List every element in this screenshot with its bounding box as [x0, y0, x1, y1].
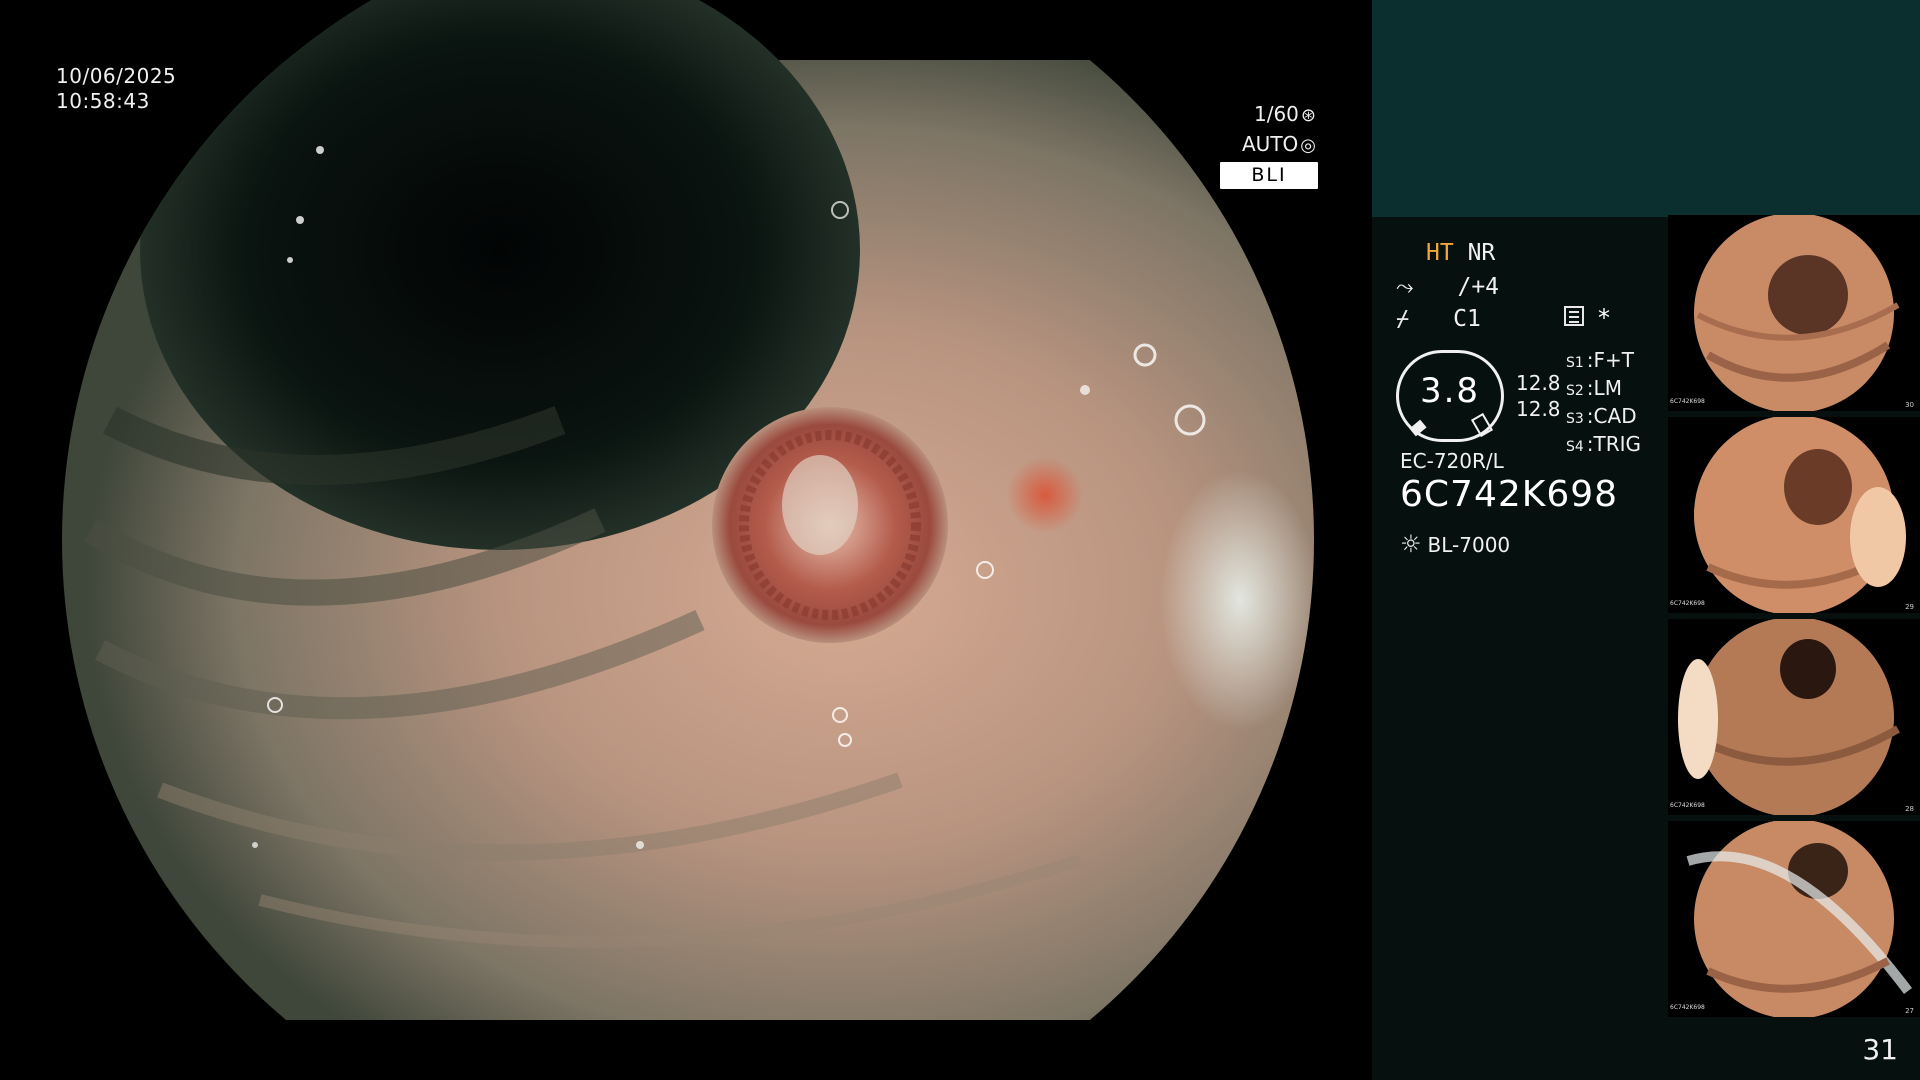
thumbnail[interactable]: 6C742K698 27 — [1668, 821, 1920, 1017]
scope-serial: 6C742K698 — [1400, 474, 1619, 515]
thumbnail-image — [1686, 821, 1912, 1017]
menu-icon — [1564, 306, 1584, 326]
switch-s2: S2:LM — [1566, 376, 1622, 400]
status-panel: HT NR ⤳ /+4 ⌿ C1 * 3.8 12.8 12.8 S1:F+T … — [1372, 0, 1920, 1080]
light-source-row: ☼ BL-7000 — [1400, 530, 1510, 558]
iris-icon: ◎ — [1300, 135, 1316, 156]
color-icon: ⌿ — [1396, 307, 1410, 332]
switch-s3: S3:CAD — [1566, 404, 1637, 428]
time-label: 10:58:43 — [56, 89, 150, 113]
dial-marker-right — [1470, 412, 1494, 438]
thumbnail-number: 29 — [1905, 603, 1914, 611]
thumbnail[interactable]: 6C742K698 28 — [1668, 619, 1920, 815]
thumbnail-id: 6C742K698 — [1670, 1004, 1705, 1011]
nr-label: NR — [1467, 240, 1496, 266]
shutter-row: 1/60 ⊛ — [1242, 100, 1316, 130]
date-label: 10/06/2025 — [56, 64, 177, 88]
exposure-info: 1/60 ⊛ AUTO ◎ — [1242, 100, 1316, 160]
thumbnail[interactable]: 6C742K698 30 — [1668, 215, 1920, 411]
thumbnail-image — [1678, 619, 1900, 815]
switch-s4: S4:TRIG — [1566, 432, 1642, 456]
thumbnail-id: 6C742K698 — [1670, 802, 1705, 809]
thumbnail[interactable]: 6C742K698 29 — [1668, 417, 1920, 613]
switch-assignments: S1:F+T S2:LM S3:CAD S4:TRIG — [1566, 348, 1641, 460]
enhance-value: /+4 — [1457, 274, 1500, 300]
dial-value: 3.8 — [1419, 371, 1481, 411]
thumbnail-image — [1694, 417, 1906, 613]
dial-number-2: 12.8 — [1516, 397, 1561, 421]
thumbnail-id: 6C742K698 — [1670, 398, 1705, 405]
thumbnail-id: 6C742K698 — [1670, 600, 1705, 607]
switch-s1: S1:F+T — [1566, 348, 1635, 372]
star-indicator: * — [1598, 304, 1610, 332]
top-info-area — [1372, 0, 1920, 217]
scope-model: EC-720R/L — [1400, 449, 1504, 473]
thumbnail-number: 28 — [1905, 805, 1914, 813]
color-row: ⌿ C1 — [1396, 306, 1481, 332]
light-source-label: BL-7000 — [1427, 533, 1511, 557]
color-value: C1 — [1453, 306, 1481, 332]
iris-row: AUTO ◎ — [1242, 130, 1316, 160]
ht-label: HT — [1426, 240, 1454, 266]
brightness-dial: 3.8 — [1396, 350, 1504, 442]
dial-numbers: 12.8 12.8 — [1516, 370, 1561, 422]
shutter-icon: ⊛ — [1300, 105, 1316, 126]
ht-nr-row: HT NR — [1396, 240, 1495, 266]
enhance-row: ⤳ /+4 — [1396, 274, 1499, 300]
iris-value: AUTO — [1242, 132, 1299, 156]
enhance-icon: ⤳ — [1396, 275, 1414, 300]
thumbnail-number: 30 — [1905, 401, 1914, 409]
light-source-icon: ☼ — [1400, 530, 1422, 558]
shutter-value: 1/60 — [1253, 102, 1299, 126]
page-number: 31 — [1862, 1033, 1898, 1066]
thumbnail-image — [1694, 215, 1900, 411]
endoscope-view: 10/06/2025 10:58:43 1/60 ⊛ AUTO ◎ BLI — [0, 0, 1372, 1080]
endoscope-image — [62, 0, 1314, 1020]
thumbnail-number: 27 — [1905, 1007, 1914, 1015]
dial-marker-left — [1409, 419, 1427, 437]
dial-number-1: 12.8 — [1516, 371, 1561, 395]
bli-mode-badge: BLI — [1220, 162, 1318, 189]
date-time: 10/06/2025 10:58:43 — [56, 64, 176, 114]
